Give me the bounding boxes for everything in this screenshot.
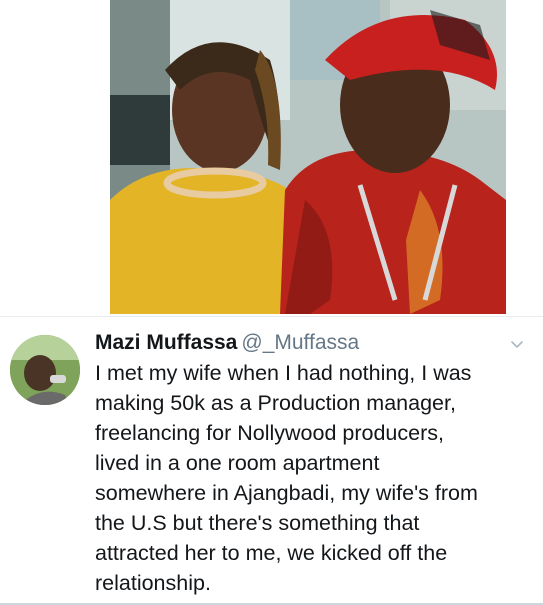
tweet-text-line: somewhere in Ajangbadi, my wife's from: [95, 481, 478, 505]
user-handle[interactable]: @_Muffassa: [241, 331, 359, 354]
tweet-text-line: freelancing for Nollywood producers,: [95, 421, 444, 445]
tweet-text-line: relationship.: [95, 571, 211, 595]
tweet-text-line: I met my wife when I had nothing, I was: [95, 361, 472, 385]
tweet-text-line: attracted her to me, we kicked off the: [95, 541, 448, 565]
tweet-text-line: lived in a one room apartment: [95, 451, 380, 475]
avatar-image: [10, 335, 80, 405]
tweet-text: I met my wife when I had nothing, I was …: [95, 358, 520, 598]
couple-photo: [110, 0, 506, 314]
tweet-text-line: making 50k as a Production manager,: [95, 391, 456, 415]
display-name[interactable]: Mazi Muffassa: [95, 331, 237, 354]
tweet-card[interactable]: Mazi Muffassa @_Muffassa I met my wife wh…: [0, 317, 543, 605]
tweet-text-line: the U.S but there's something that: [95, 511, 420, 535]
tweet-header: Mazi Muffassa @_Muffassa: [95, 331, 515, 357]
avatar[interactable]: [10, 335, 80, 405]
tweet-photo[interactable]: [110, 0, 506, 314]
chevron-down-icon[interactable]: [509, 337, 525, 353]
